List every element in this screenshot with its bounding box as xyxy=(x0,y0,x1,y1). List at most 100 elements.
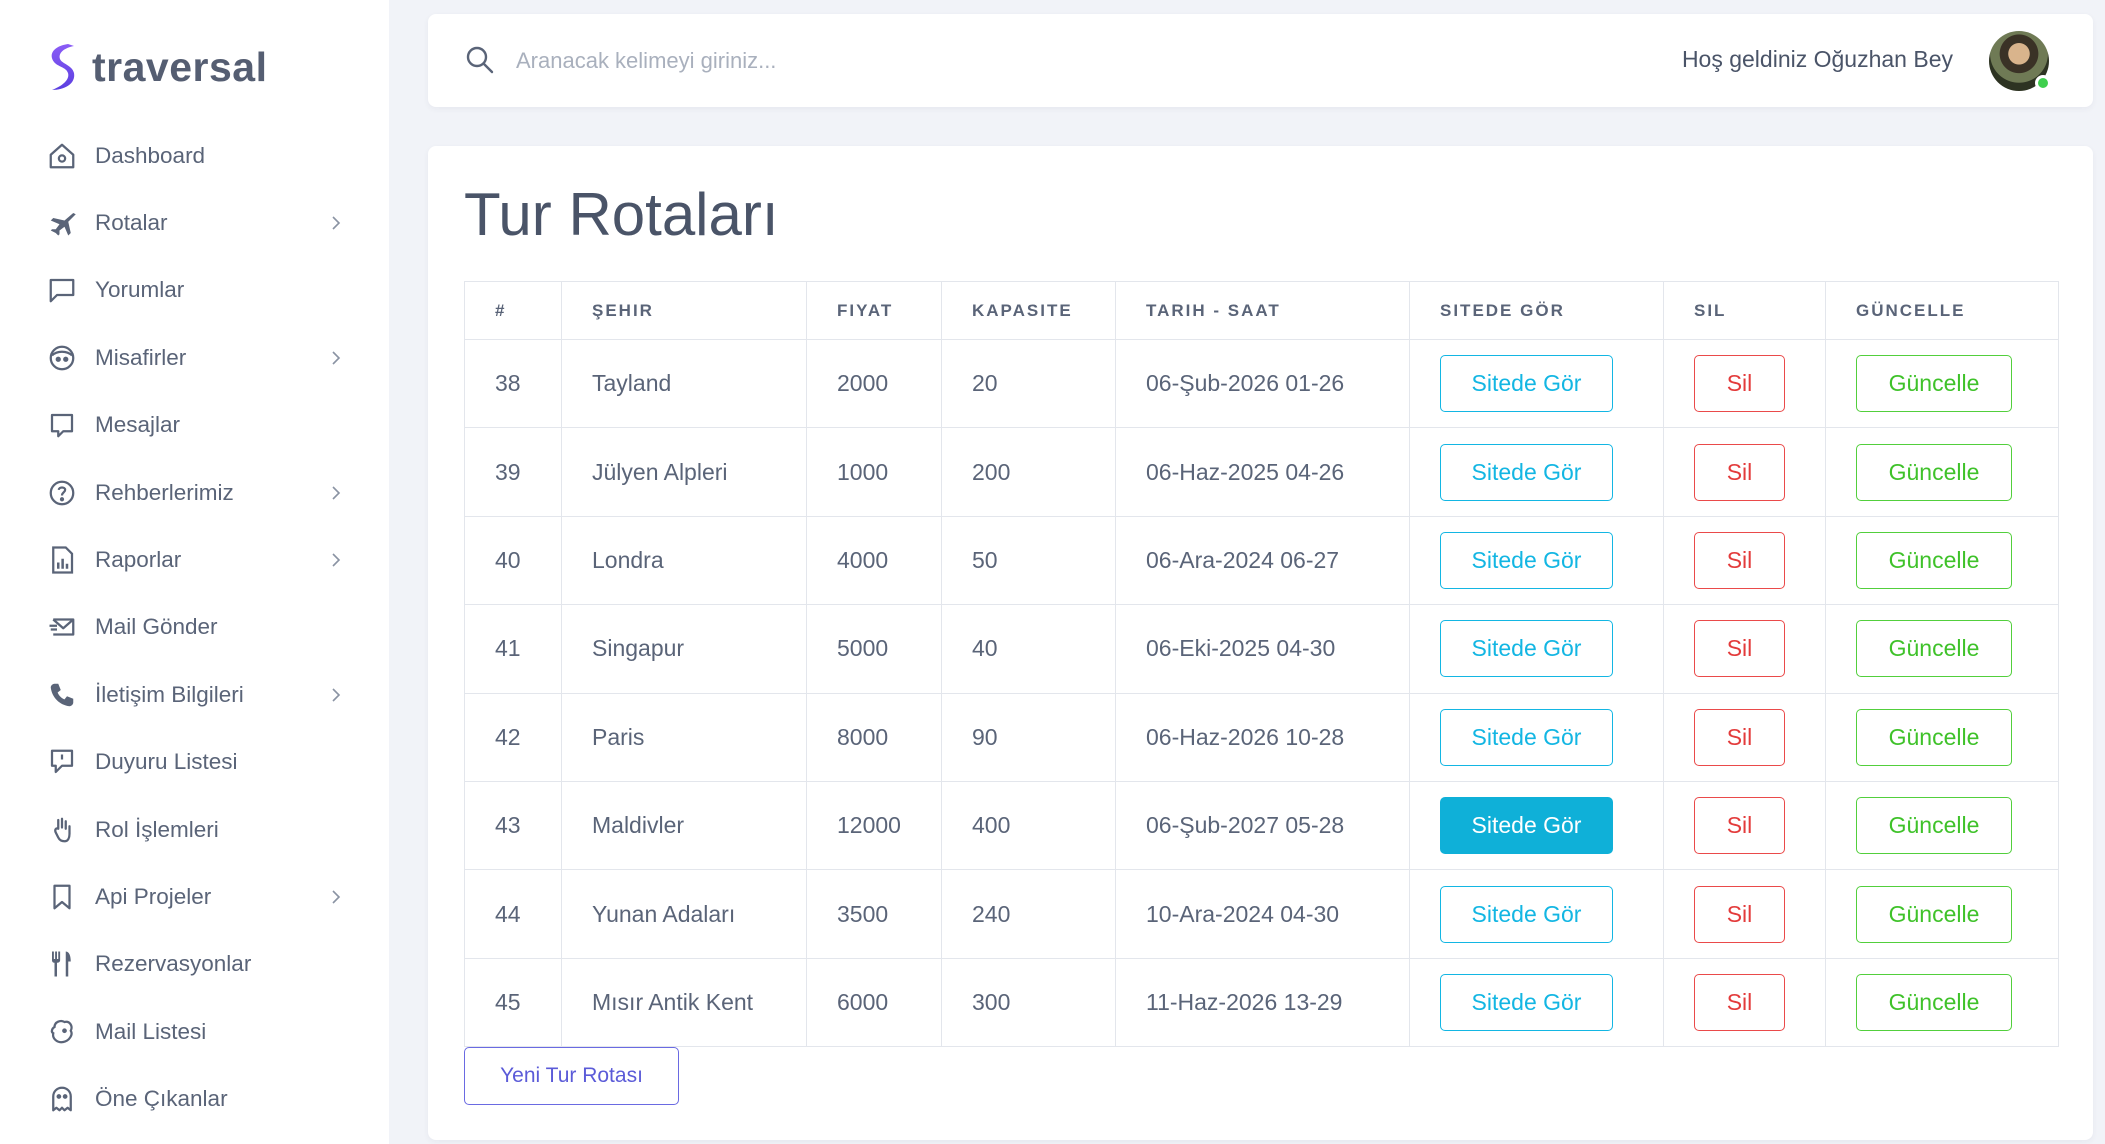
delete-button[interactable]: Sil xyxy=(1694,355,1785,413)
view-on-site-button[interactable]: Sitede Gör xyxy=(1440,443,1613,501)
view-on-site-button[interactable]: Sitede Gör xyxy=(1440,708,1613,766)
column-header-price[interactable]: FIYAT xyxy=(806,281,942,340)
sidebar-item-mail-listesi[interactable]: Mail Listesi xyxy=(0,998,389,1065)
update-button[interactable]: Güncelle xyxy=(1856,708,2012,766)
avatar[interactable] xyxy=(1989,31,2051,91)
table-row: 41 Singapur 5000 40 06-Eki-2025 04-30 Si… xyxy=(464,604,2059,694)
cell-view: Sitede Gör xyxy=(1409,692,1664,782)
bookmark-icon xyxy=(47,882,77,912)
sidebar-item-iletisim[interactable]: İletişim Bilgileri xyxy=(0,661,389,728)
sidebar-item-rezervasyonlar[interactable]: Rezervasyonlar xyxy=(0,931,389,998)
face-icon xyxy=(47,343,77,373)
cell-capacity: 50 xyxy=(941,515,1116,606)
cell-update: Güncelle xyxy=(1825,869,2059,959)
cell-price: 3500 xyxy=(806,869,942,959)
new-route-button[interactable]: Yeni Tur Rotası xyxy=(464,1047,679,1105)
delete-button[interactable]: Sil xyxy=(1694,443,1785,501)
cell-update: Güncelle xyxy=(1825,604,2059,694)
cell-id: 40 xyxy=(464,515,562,606)
column-header-datetime[interactable]: TARIH - SAAT xyxy=(1115,281,1410,340)
sidebar-item-api-projeler[interactable]: Api Projeler xyxy=(0,863,389,930)
column-header-delete[interactable]: SIL xyxy=(1663,281,1826,340)
sidebar-item-label: Mail Gönder xyxy=(95,614,218,640)
cell-capacity: 300 xyxy=(941,957,1116,1048)
brand[interactable]: traversal xyxy=(44,40,267,94)
view-on-site-button[interactable]: Sitede Gör xyxy=(1440,531,1613,589)
column-header-update[interactable]: GÜNCELLE xyxy=(1825,281,2059,340)
table-row: 40 Londra 4000 50 06-Ara-2024 06-27 Site… xyxy=(464,515,2059,606)
cell-city: Tayland xyxy=(561,338,807,429)
cell-price: 4000 xyxy=(806,515,942,606)
sidebar-item-label: Dashboard xyxy=(95,142,206,168)
column-header-city[interactable]: ŞEHIR xyxy=(561,281,807,340)
update-button[interactable]: Güncelle xyxy=(1856,797,2012,855)
update-button[interactable]: Güncelle xyxy=(1856,620,2012,678)
sidebar-item-rol-islemleri[interactable]: Rol İşlemleri xyxy=(0,796,389,863)
cell-delete: Sil xyxy=(1663,427,1826,517)
update-button[interactable]: Güncelle xyxy=(1856,355,2012,413)
table-header-row: # ŞEHIR FIYAT KAPASITE TARIH - SAAT SITE… xyxy=(464,281,2059,340)
update-button[interactable]: Güncelle xyxy=(1856,885,2012,943)
routes-table: # ŞEHIR FIYAT KAPASITE TARIH - SAAT SITE… xyxy=(464,281,2059,1048)
delete-button[interactable]: Sil xyxy=(1694,620,1785,678)
sidebar-item-mail-gonder[interactable]: Mail Gönder xyxy=(0,594,389,661)
cell-update: Güncelle xyxy=(1825,515,2059,606)
cell-city: Singapur xyxy=(561,604,807,694)
cell-capacity: 40 xyxy=(941,604,1116,694)
view-on-site-button[interactable]: Sitede Gör xyxy=(1440,885,1613,943)
column-header-view[interactable]: SITEDE GÖR xyxy=(1409,281,1664,340)
table-row: 45 Mısır Antik Kent 6000 300 11-Haz-2026… xyxy=(464,957,2059,1048)
cell-view: Sitede Gör xyxy=(1409,427,1664,517)
chat-icon xyxy=(47,410,77,440)
delete-button[interactable]: Sil xyxy=(1694,973,1785,1031)
table-row: 43 Maldivler 12000 400 06-Şub-2027 05-28… xyxy=(464,780,2059,871)
cell-id: 45 xyxy=(464,957,562,1048)
sidebar-item-mesajlar[interactable]: Mesajlar xyxy=(0,392,389,459)
view-on-site-button[interactable]: Sitede Gör xyxy=(1440,355,1613,413)
delete-button[interactable]: Sil xyxy=(1694,885,1785,943)
delete-button[interactable]: Sil xyxy=(1694,531,1785,589)
cell-price: 2000 xyxy=(806,338,942,429)
column-header-id[interactable]: # xyxy=(464,281,562,340)
update-button[interactable]: Güncelle xyxy=(1856,973,2012,1031)
sidebar-item-raporlar[interactable]: Raporlar xyxy=(0,526,389,593)
sidebar-item-misafirler[interactable]: Misafirler xyxy=(0,324,389,391)
cell-price: 6000 xyxy=(806,957,942,1048)
sidebar-item-dashboard[interactable]: Dashboard xyxy=(0,122,389,189)
main-card: Tur Rotaları # ŞEHIR FIYAT KAPASITE TARI… xyxy=(428,146,2093,1140)
view-on-site-button[interactable]: Sitede Gör xyxy=(1440,620,1613,678)
cell-id: 44 xyxy=(464,869,562,959)
update-button[interactable]: Güncelle xyxy=(1856,531,2012,589)
cell-update: Güncelle xyxy=(1825,427,2059,517)
sidebar-item-rehberlerimiz[interactable]: Rehberlerimiz xyxy=(0,459,389,526)
sidebar-nav: Dashboard Rotalar Yorumlar Misafirler Me… xyxy=(0,122,389,1133)
cell-datetime: 06-Haz-2026 10-28 xyxy=(1115,692,1410,782)
search-input[interactable] xyxy=(516,38,1216,84)
sidebar-item-label: Rol İşlemleri xyxy=(95,816,219,842)
search-icon[interactable] xyxy=(464,44,496,76)
table-row: 39 Jülyen Alpleri 1000 200 06-Haz-2025 0… xyxy=(464,427,2059,517)
cell-id: 42 xyxy=(464,692,562,782)
table-header: # ŞEHIR FIYAT KAPASITE TARIH - SAAT SITE… xyxy=(464,281,2059,340)
delete-button[interactable]: Sil xyxy=(1694,708,1785,766)
view-on-site-button[interactable]: Sitede Gör xyxy=(1440,973,1613,1031)
table-body: 38 Tayland 2000 20 06-Şub-2026 01-26 Sit… xyxy=(464,338,2059,1048)
cell-delete: Sil xyxy=(1663,604,1826,694)
sidebar-item-label: Api Projeler xyxy=(95,883,212,909)
column-header-capacity[interactable]: KAPASITE xyxy=(941,281,1116,340)
mail-send-icon xyxy=(47,612,77,642)
sidebar-item-label: Yorumlar xyxy=(95,277,185,303)
cell-price: 1000 xyxy=(806,427,942,517)
sidebar-item-label: Duyuru Listesi xyxy=(95,749,238,775)
view-on-site-button[interactable]: Sitede Gör xyxy=(1440,797,1613,855)
cell-datetime: 11-Haz-2026 13-29 xyxy=(1115,957,1410,1048)
brand-logo-icon xyxy=(44,40,80,94)
sidebar-item-yorumlar[interactable]: Yorumlar xyxy=(0,257,389,324)
delete-button[interactable]: Sil xyxy=(1694,797,1785,855)
sidebar-item-one-cikanlar[interactable]: Öne Çıkanlar xyxy=(0,1065,389,1132)
cell-datetime: 10-Ara-2024 04-30 xyxy=(1115,869,1410,959)
update-button[interactable]: Güncelle xyxy=(1856,443,2012,501)
sidebar-item-label: Mail Listesi xyxy=(95,1018,207,1044)
sidebar-item-rotalar[interactable]: Rotalar xyxy=(0,189,389,256)
sidebar-item-duyuru-listesi[interactable]: Duyuru Listesi xyxy=(0,729,389,796)
